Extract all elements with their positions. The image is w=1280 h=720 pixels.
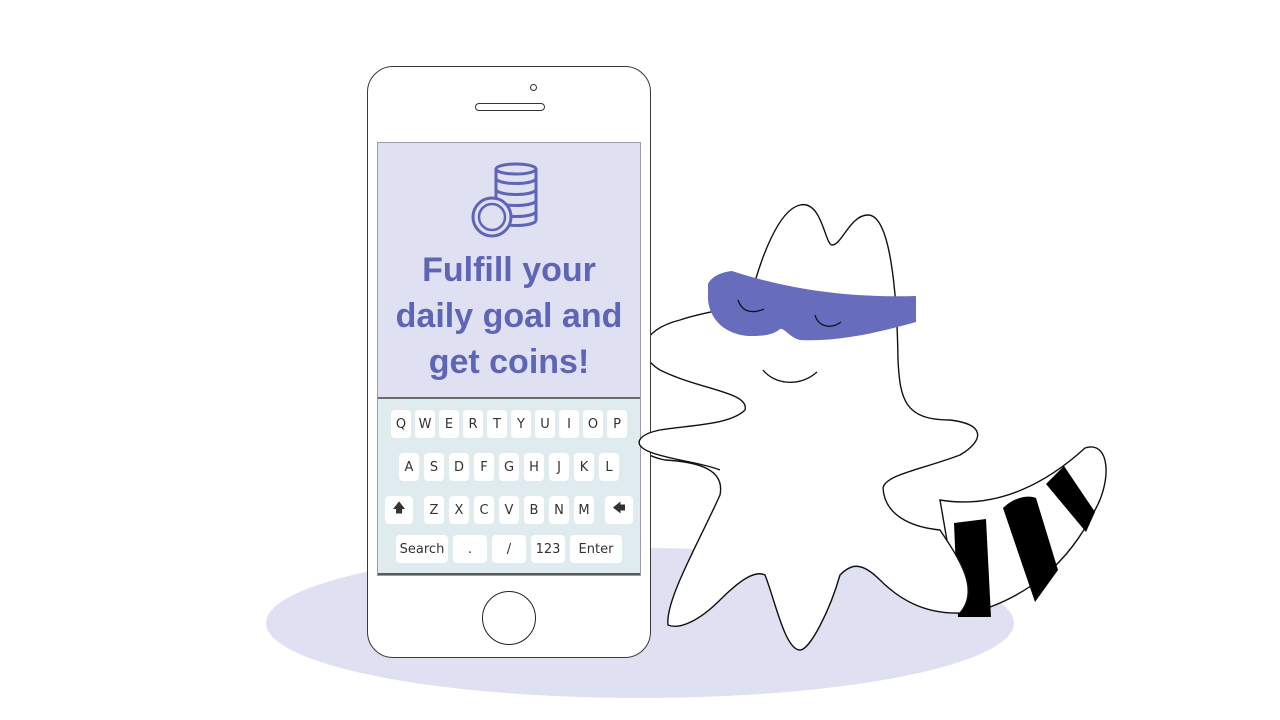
key-w[interactable]: W (415, 410, 435, 438)
key-r[interactable]: R (463, 410, 483, 438)
period-key[interactable]: . (453, 535, 487, 563)
key-y[interactable]: Y (511, 410, 531, 438)
key-l[interactable]: L (599, 453, 619, 481)
illustration-scene: Fulfill your daily goal and get coins! Q… (0, 0, 1280, 720)
key-o[interactable]: O (583, 410, 603, 438)
keyboard-row-2: A S D F G H J K L (378, 453, 640, 481)
key-g[interactable]: G (499, 453, 519, 481)
slash-key[interactable]: / (492, 535, 526, 563)
key-x[interactable]: X (449, 496, 469, 524)
key-i[interactable]: I (559, 410, 579, 438)
headline-line: daily goal and (395, 297, 623, 335)
coins-icon (471, 162, 538, 238)
shift-key[interactable]: 🡅 (385, 496, 413, 524)
enter-key[interactable]: Enter (570, 535, 622, 563)
search-key[interactable]: Search (396, 535, 448, 563)
keyboard-row-3: 🡅 Z X C V B N M 🡄 (378, 496, 640, 524)
backspace-arrow-icon: 🡄 (612, 501, 626, 516)
key-p[interactable]: P (607, 410, 627, 438)
key-n[interactable]: N (549, 496, 569, 524)
key-m[interactable]: M (574, 496, 594, 524)
home-button[interactable] (482, 591, 536, 645)
key-f[interactable]: F (474, 453, 494, 481)
raccoon-body (638, 204, 979, 651)
key-j[interactable]: J (549, 453, 569, 481)
front-camera (530, 84, 537, 91)
key-u[interactable]: U (535, 410, 555, 438)
key-t[interactable]: T (487, 410, 507, 438)
key-v[interactable]: V (499, 496, 519, 524)
keyboard-row-4: Search . / 123 Enter (378, 535, 640, 563)
smartphone: Fulfill your daily goal and get coins! Q… (367, 66, 651, 658)
key-h[interactable]: H (524, 453, 544, 481)
key-b[interactable]: B (524, 496, 544, 524)
key-c[interactable]: C (474, 496, 494, 524)
keyboard-row-1: Q W E R T Y U I O P (378, 410, 640, 438)
phone-screen: Fulfill your daily goal and get coins! Q… (377, 142, 641, 576)
headline-line: get coins! (428, 343, 590, 381)
headline-line: Fulfill your (422, 251, 596, 289)
shift-up-arrow-icon: 🡅 (392, 501, 406, 516)
key-k[interactable]: K (574, 453, 594, 481)
key-q[interactable]: Q (391, 410, 411, 438)
key-e[interactable]: E (439, 410, 459, 438)
key-s[interactable]: S (424, 453, 444, 481)
backspace-key[interactable]: 🡄 (605, 496, 633, 524)
earpiece-speaker (475, 103, 545, 111)
key-z[interactable]: Z (424, 496, 444, 524)
headline: Fulfill your daily goal and get coins! (378, 247, 640, 385)
numbers-key[interactable]: 123 (531, 535, 565, 563)
key-d[interactable]: D (449, 453, 469, 481)
key-a[interactable]: A (399, 453, 419, 481)
on-screen-keyboard: Q W E R T Y U I O P A S D F G H J K L 🡅 … (378, 397, 640, 575)
